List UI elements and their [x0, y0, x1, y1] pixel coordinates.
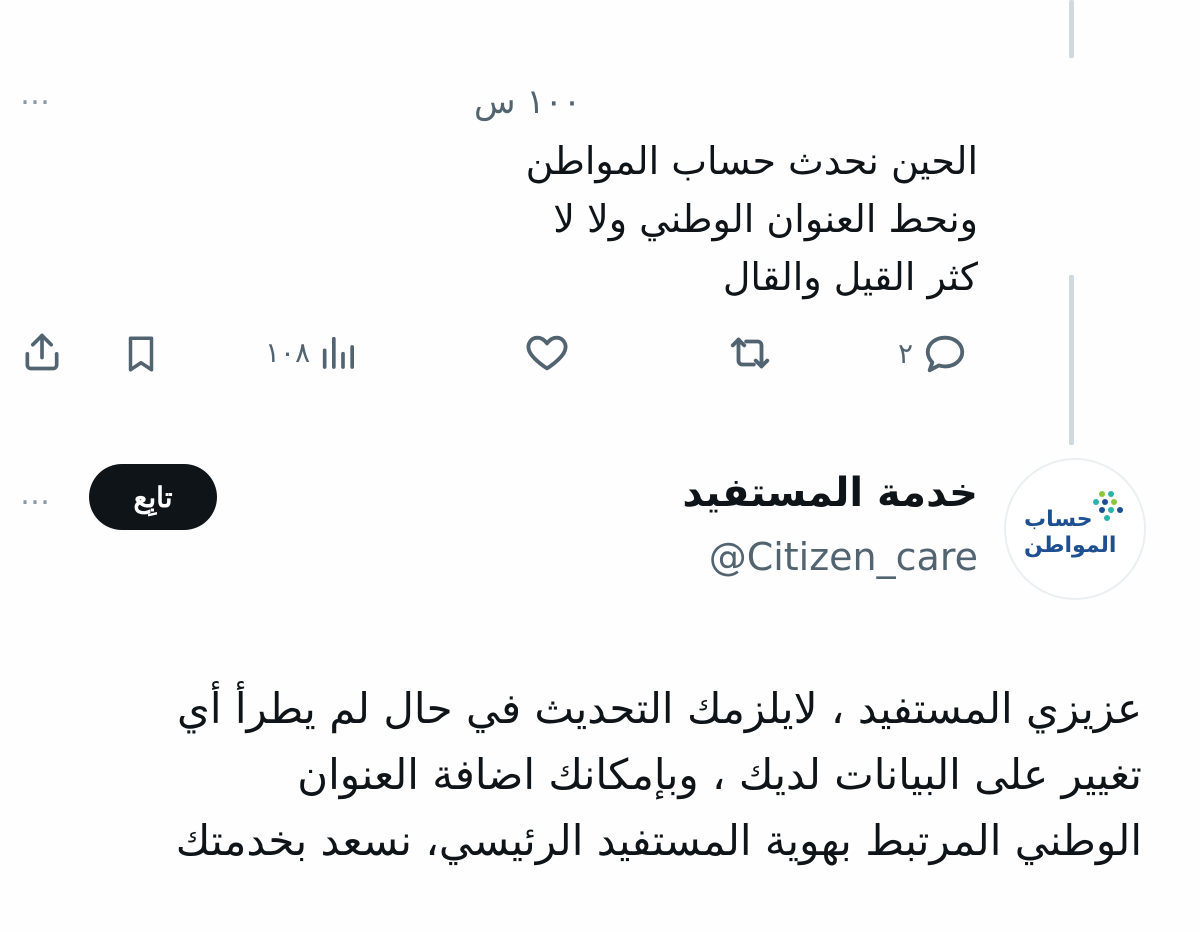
logo-line1: حساب [1024, 507, 1093, 532]
share-icon [25, 333, 59, 371]
analytics-icon [322, 336, 355, 369]
thread-line-top [1069, 0, 1074, 58]
reply-more-options-icon[interactable]: … [20, 480, 52, 510]
like-button[interactable] [524, 330, 570, 376]
avatar[interactable]: حساب المواطن [1004, 458, 1146, 600]
logo-line2: المواطن [1024, 533, 1117, 558]
bookmark-button[interactable] [120, 330, 162, 378]
views-count: ١٠٨ [265, 335, 311, 369]
citizen-account-logo: حساب المواطن [1016, 489, 1134, 569]
reply-display-name[interactable]: خدمة المستفيد [682, 470, 978, 516]
reply-icon [925, 335, 965, 373]
retweet-icon [730, 337, 770, 369]
tweet-action-bar: ١٠٨ ٢ [0, 330, 1000, 390]
heart-icon [526, 335, 568, 371]
reply-line: الوطني المرتبط بهوية المستفيد الرئيسي، ن… [175, 816, 1142, 865]
bookmark-icon [128, 336, 154, 372]
reply-line: تغيير على البيانات لديك ، وبإمكانك اضافة… [297, 750, 1142, 799]
tweet-line: ونحط العنوان الوطني ولا لا [553, 197, 978, 241]
tweet-body: الحين نحدث حساب المواطن ونحط العنوان الو… [278, 132, 978, 306]
tweet-line: كثر القيل والقال [722, 255, 978, 299]
more-options-icon[interactable]: … [20, 80, 52, 110]
reply-line: عزيزي المستفيد ، لايلزمك التحديث في حال … [176, 684, 1142, 733]
logo-dots-icon [1093, 491, 1123, 521]
share-button[interactable] [20, 330, 64, 374]
tweet-timestamp[interactable]: ١٠٠ س [474, 82, 581, 122]
tweet-line: الحين نحدث حساب المواطن [525, 139, 978, 183]
views-button[interactable]: ١٠٨ [265, 330, 358, 374]
retweet-button[interactable] [724, 330, 776, 376]
reply-handle[interactable]: @Citizen_care [709, 535, 978, 579]
reply-button[interactable]: ٢ [898, 330, 969, 376]
thread-line-bottom [1069, 275, 1074, 445]
reply-body: عزيزي المستفيد ، لايلزمك التحديث في حال … [42, 676, 1142, 874]
reply-count: ٢ [898, 336, 914, 370]
follow-button[interactable]: تابِع [89, 464, 217, 530]
